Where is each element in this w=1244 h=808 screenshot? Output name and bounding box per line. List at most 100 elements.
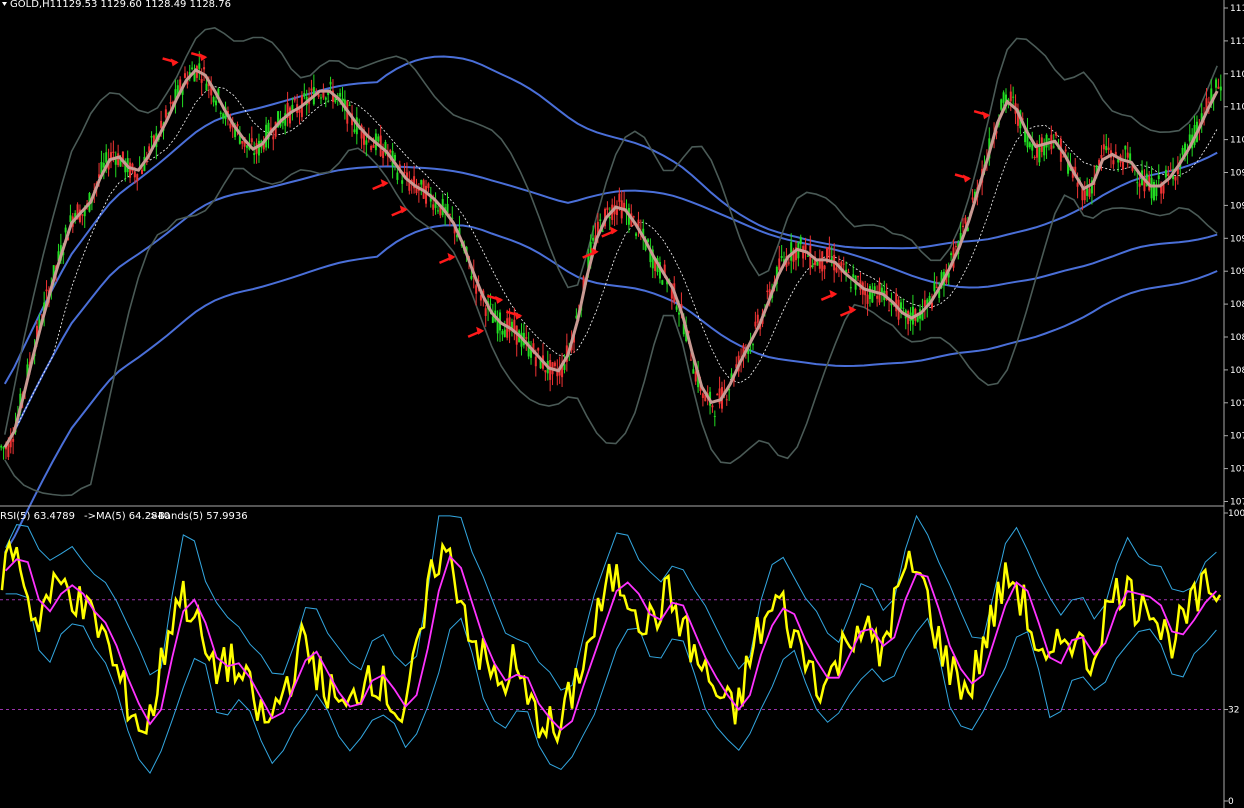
candle-body[interactable] bbox=[1002, 92, 1005, 103]
candle-body[interactable] bbox=[716, 394, 719, 396]
candle-body[interactable] bbox=[329, 81, 332, 85]
candle-body[interactable] bbox=[1000, 99, 1003, 110]
candle-body[interactable] bbox=[246, 145, 249, 148]
candle-body[interactable] bbox=[370, 145, 373, 150]
candle-body[interactable] bbox=[1150, 177, 1153, 199]
candle-body[interactable] bbox=[229, 123, 232, 129]
candle-body[interactable] bbox=[1083, 190, 1086, 201]
candle-body[interactable] bbox=[816, 261, 819, 266]
candle-body[interactable] bbox=[503, 329, 506, 338]
candle-body[interactable] bbox=[1174, 176, 1177, 181]
candle-body[interactable] bbox=[303, 93, 306, 97]
candle-body[interactable] bbox=[1138, 183, 1141, 187]
candle-body[interactable] bbox=[353, 129, 356, 133]
candle-body[interactable] bbox=[902, 307, 905, 309]
candle-body[interactable] bbox=[899, 302, 902, 309]
candle-body[interactable] bbox=[835, 267, 838, 273]
candle-body[interactable] bbox=[873, 286, 876, 291]
candle-body[interactable] bbox=[420, 179, 423, 185]
candle-body[interactable] bbox=[962, 225, 965, 228]
candle-body[interactable] bbox=[711, 405, 714, 408]
candle-body[interactable] bbox=[635, 233, 638, 236]
candle-body[interactable] bbox=[1076, 182, 1079, 187]
candle-body[interactable] bbox=[1155, 187, 1158, 197]
candle-body[interactable] bbox=[752, 344, 755, 346]
candle-body[interactable] bbox=[935, 286, 938, 288]
candle-body[interactable] bbox=[133, 171, 136, 178]
candle-body[interactable] bbox=[191, 67, 194, 70]
candle-body[interactable] bbox=[1064, 149, 1067, 152]
candle-body[interactable] bbox=[847, 272, 850, 274]
candle-body[interactable] bbox=[45, 289, 48, 292]
candle-body[interactable] bbox=[806, 255, 809, 257]
candle-body[interactable] bbox=[964, 217, 967, 224]
candle-body[interactable] bbox=[1112, 160, 1115, 165]
candle-body[interactable] bbox=[136, 174, 139, 182]
candle-body[interactable] bbox=[322, 92, 325, 98]
candle-body[interactable] bbox=[754, 321, 757, 327]
candle-body[interactable] bbox=[491, 316, 494, 323]
candle-body[interactable] bbox=[489, 303, 492, 305]
candle-body[interactable] bbox=[7, 443, 10, 458]
candle-body[interactable] bbox=[236, 124, 239, 127]
candle-body[interactable] bbox=[537, 348, 540, 351]
candle-body[interactable] bbox=[592, 237, 595, 241]
candle-body[interactable] bbox=[713, 415, 716, 417]
candle-body[interactable] bbox=[501, 331, 504, 335]
candle-body[interactable] bbox=[799, 236, 802, 245]
candle-body[interactable] bbox=[790, 242, 793, 261]
candle-body[interactable] bbox=[324, 97, 327, 100]
candle-body[interactable] bbox=[1012, 96, 1015, 98]
candle-body[interactable] bbox=[293, 98, 296, 101]
candle-body[interactable] bbox=[534, 356, 537, 367]
candle-body[interactable] bbox=[117, 153, 120, 166]
candle-body[interactable] bbox=[599, 219, 602, 221]
candle-body[interactable] bbox=[1088, 188, 1091, 197]
candle-body[interactable] bbox=[1157, 175, 1160, 180]
candle-body[interactable] bbox=[64, 227, 67, 233]
candle-body[interactable] bbox=[1033, 156, 1036, 159]
candle-body[interactable] bbox=[365, 140, 368, 145]
candle-body[interactable] bbox=[675, 306, 678, 310]
candle-body[interactable] bbox=[222, 113, 225, 119]
candle-body[interactable] bbox=[971, 197, 974, 200]
candle-body[interactable] bbox=[1124, 145, 1127, 150]
candle-body[interactable] bbox=[525, 337, 528, 339]
candle-body[interactable] bbox=[632, 216, 635, 218]
candle-body[interactable] bbox=[69, 215, 72, 223]
candle-body[interactable] bbox=[253, 153, 256, 156]
candle-body[interactable] bbox=[141, 169, 144, 175]
candle-body[interactable] bbox=[678, 312, 681, 315]
candle-body[interactable] bbox=[470, 276, 473, 279]
candle-body[interactable] bbox=[842, 263, 845, 265]
candle-body[interactable] bbox=[1181, 147, 1184, 155]
candle-body[interactable] bbox=[164, 109, 167, 118]
candle-body[interactable] bbox=[12, 438, 15, 442]
candle-body[interactable] bbox=[1038, 147, 1041, 163]
candle-body[interactable] bbox=[725, 399, 728, 401]
candle-body[interactable] bbox=[1169, 170, 1172, 172]
candle-body[interactable] bbox=[320, 97, 323, 99]
candle-body[interactable] bbox=[298, 109, 301, 113]
candle-body[interactable] bbox=[923, 300, 926, 307]
candle-body[interactable] bbox=[203, 67, 206, 70]
candle-body[interactable] bbox=[475, 285, 478, 294]
candle-body[interactable] bbox=[200, 79, 203, 83]
candle-body[interactable] bbox=[780, 256, 783, 258]
candle-body[interactable] bbox=[250, 138, 253, 143]
candle-body[interactable] bbox=[1102, 144, 1105, 150]
candle-body[interactable] bbox=[689, 359, 692, 361]
candle-body[interactable] bbox=[212, 96, 215, 103]
candle-body[interactable] bbox=[105, 152, 108, 163]
candle-body[interactable] bbox=[1207, 101, 1210, 103]
candle-body[interactable] bbox=[1105, 146, 1108, 151]
candle-body[interactable] bbox=[1100, 155, 1103, 159]
candle-body[interactable] bbox=[1028, 142, 1031, 148]
candle-body[interactable] bbox=[1219, 86, 1222, 91]
candle-body[interactable] bbox=[205, 83, 208, 91]
candle-body[interactable] bbox=[849, 287, 852, 289]
candle-body[interactable] bbox=[427, 183, 430, 189]
candle-body[interactable] bbox=[876, 295, 879, 299]
candle-body[interactable] bbox=[606, 207, 609, 210]
candle-body[interactable] bbox=[81, 214, 84, 216]
